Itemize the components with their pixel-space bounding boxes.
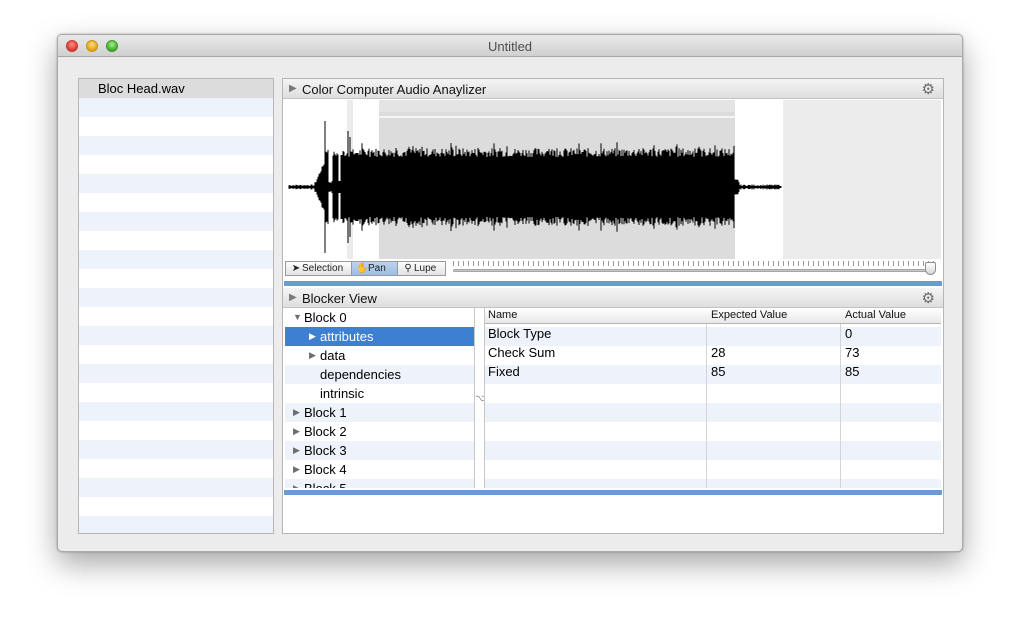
disclosure-triangle-icon[interactable]: ▶ bbox=[293, 403, 303, 422]
disclosure-triangle-icon[interactable]: ▶ bbox=[293, 441, 303, 460]
tree-row-block-1[interactable]: ▶ Block 1 bbox=[285, 403, 474, 422]
hand-icon: ✋ bbox=[356, 263, 369, 274]
zoom-slider-knob[interactable] bbox=[925, 262, 936, 275]
window-title: Untitled bbox=[487, 39, 533, 54]
gear-icon[interactable]: ⚙ bbox=[922, 80, 935, 98]
column-header-name[interactable]: Name bbox=[488, 309, 517, 321]
disclosure-triangle-icon[interactable]: ▶ bbox=[293, 422, 303, 441]
table-row[interactable]: Fixed 85 85 bbox=[485, 362, 941, 381]
split-view-divider[interactable] bbox=[284, 281, 942, 286]
table-row[interactable]: Check Sum 28 73 bbox=[485, 343, 941, 362]
waveform-graphic bbox=[285, 100, 941, 259]
selection-tool-button[interactable]: ➤ Selection bbox=[285, 261, 352, 276]
blocker-header[interactable]: ▶ Blocker View ⚙ bbox=[283, 288, 943, 308]
table-header: Name Expected Value Actual Value bbox=[485, 308, 941, 324]
pan-tool-button[interactable]: ✋Pan bbox=[351, 261, 398, 276]
disclosure-triangle-icon[interactable]: ▶ bbox=[293, 460, 303, 479]
disclosure-triangle-icon[interactable]: ▶ bbox=[309, 346, 319, 365]
analyzer-title: Color Computer Audio Anaylizer bbox=[302, 82, 487, 97]
zoom-slider-track[interactable] bbox=[453, 269, 935, 272]
attributes-table[interactable]: Name Expected Value Actual Value Block T… bbox=[484, 308, 941, 488]
tree-row-block-3[interactable]: ▶ Block 3 bbox=[285, 441, 474, 460]
title-bar[interactable]: Untitled bbox=[58, 35, 962, 57]
tree-row-data[interactable]: ▶ data bbox=[285, 346, 474, 365]
main-pane: ▶ Color Computer Audio Anaylizer ⚙ ➤ Sele… bbox=[282, 78, 944, 534]
blocker-title: Blocker View bbox=[302, 291, 377, 306]
disclosure-triangle-icon[interactable]: ▶ bbox=[309, 327, 319, 346]
zoom-slider-ticks bbox=[453, 261, 935, 266]
disclosure-triangle-icon[interactable]: ▶ bbox=[289, 83, 297, 94]
tree-row-block-5[interactable]: ▶ Block 5 bbox=[285, 479, 474, 488]
lupe-tool-button[interactable]: ⚲ Lupe bbox=[397, 261, 446, 276]
column-header-actual[interactable]: Actual Value bbox=[845, 309, 906, 321]
tool-bar: ➤ Selection ✋Pan ⚲ Lupe bbox=[285, 261, 941, 277]
file-list-item[interactable]: Bloc Head.wav bbox=[79, 79, 273, 98]
tree-row-block-0[interactable]: ▼ Block 0 bbox=[285, 308, 474, 327]
split-view-divider-bottom[interactable] bbox=[284, 490, 942, 495]
tree-row-attributes[interactable]: ▶ attributes bbox=[285, 327, 474, 346]
tree-row-block-2[interactable]: ▶ Block 2 bbox=[285, 422, 474, 441]
analyzer-header[interactable]: ▶ Color Computer Audio Anaylizer ⚙ bbox=[283, 79, 943, 99]
disclosure-triangle-icon[interactable]: ▶ bbox=[293, 479, 303, 488]
tree-row-block-4[interactable]: ▶ Block 4 bbox=[285, 460, 474, 479]
arrow-cursor-icon: ➤ bbox=[291, 263, 301, 274]
tree-row-intrinsic[interactable]: intrinsic bbox=[285, 384, 474, 403]
disclosure-triangle-icon[interactable]: ▼ bbox=[293, 308, 303, 327]
file-list[interactable]: Bloc Head.wav bbox=[78, 78, 274, 534]
tree-row-dependencies[interactable]: dependencies bbox=[285, 365, 474, 384]
gear-icon[interactable]: ⚙ bbox=[922, 289, 935, 307]
magnifier-icon: ⚲ bbox=[404, 263, 412, 274]
app-window: Untitled Bloc Head.wav ▶ Color Computer … bbox=[57, 34, 963, 552]
disclosure-triangle-icon[interactable]: ▶ bbox=[289, 292, 297, 303]
block-outline-view[interactable]: ▼ Block 0 ▶ attributes ▶ data dependenci… bbox=[285, 308, 475, 488]
table-row[interactable]: Block Type 0 bbox=[485, 324, 941, 343]
waveform-view[interactable] bbox=[285, 100, 941, 259]
column-header-expected[interactable]: Expected Value bbox=[711, 309, 787, 321]
